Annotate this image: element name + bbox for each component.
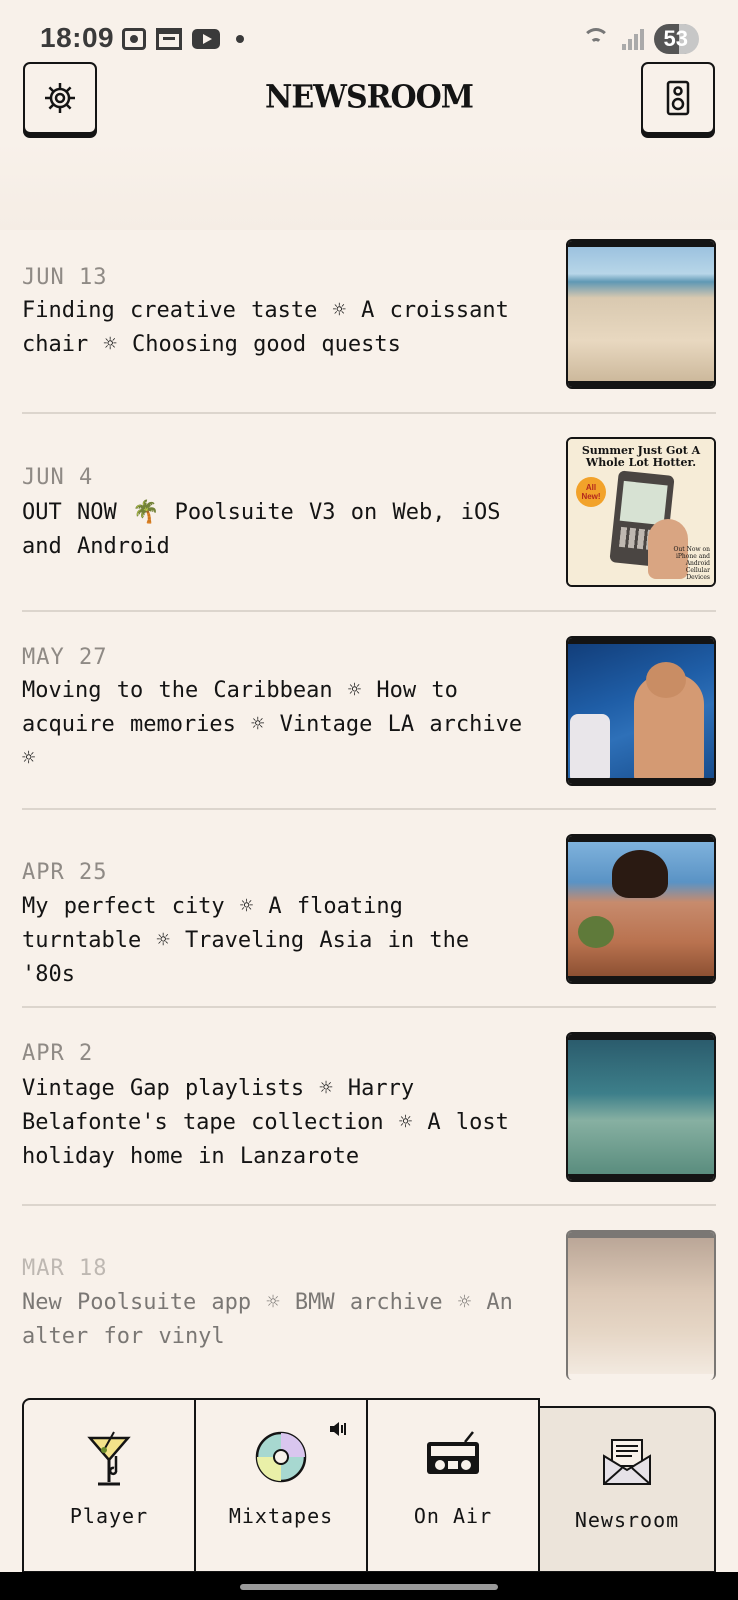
article-thumbnail-sea[interactable] [566, 1032, 716, 1182]
article-date: JUN 4 [22, 465, 94, 490]
article-thumbnail-sailing[interactable] [566, 636, 716, 786]
tab-player[interactable]: Player [22, 1398, 196, 1573]
article-headline: My perfect city ☼ A floating turntable ☼… [22, 894, 470, 987]
cocktail-icon [87, 1431, 131, 1486]
cell-signal-icon [621, 28, 644, 50]
app-header: NEWSROOM [0, 62, 738, 138]
speaker-button[interactable] [641, 62, 715, 134]
status-notification-icons [122, 28, 244, 50]
calendar-icon [156, 28, 182, 50]
system-navigation-bar [0, 1572, 738, 1600]
tab-mixtapes[interactable]: Mixtapes [194, 1398, 368, 1573]
article-list: JUN 13 Finding creative taste ☼ A croiss… [22, 232, 716, 1406]
article-item[interactable]: MAY 27 Moving to the Caribbean ☼ How to … [22, 612, 716, 810]
article-item[interactable]: JUN 13 Finding creative taste ☼ A croiss… [22, 232, 716, 414]
status-system-icons: 53 [580, 24, 700, 54]
tab-mixtapes-label: Mixtapes [228, 1504, 334, 1528]
article-thumbnail-car[interactable] [566, 1230, 716, 1380]
article-item[interactable]: APR 2 Vintage Gap playlists ☼ Harry Bela… [22, 1008, 716, 1206]
more-notifications-dot-icon [236, 35, 244, 43]
article-date: APR 2 [22, 1041, 94, 1066]
volume-icon [330, 1422, 346, 1436]
bottom-tab-bar: Player Mixtapes On Air Newsroom [22, 1398, 716, 1573]
tab-onair-label: On Air [413, 1504, 493, 1528]
speaker-icon [666, 80, 690, 116]
screenshot-icon [122, 28, 146, 50]
promo-heading: Summer Just Got A Whole Lot Hotter. [581, 444, 701, 469]
screen: 18:09 53 NEWSROOM JUN 13 Finding creativ… [0, 0, 738, 1600]
article-thumbnail-coconut[interactable] [566, 834, 716, 984]
tab-newsroom-label: Newsroom [574, 1508, 680, 1532]
tab-newsroom[interactable]: Newsroom [538, 1406, 716, 1573]
article-headline: OUT NOW 🌴 Poolsuite V3 on Web, iOS and A… [22, 500, 501, 559]
tab-player-label: Player [69, 1504, 149, 1528]
article-item[interactable]: JUN 4 OUT NOW 🌴 Poolsuite V3 on Web, iOS… [22, 414, 716, 612]
promo-footer: Out Now on iPhone and Android Cellular D… [673, 546, 710, 581]
header-fade [0, 140, 738, 230]
battery-level: 53 [663, 26, 688, 51]
article-headline: New Poolsuite app ☼ BMW archive ☼ An alt… [22, 1290, 513, 1349]
page-title: NEWSROOM [264, 79, 474, 116]
envelope-newspaper-icon [603, 1439, 651, 1485]
cd-icon [255, 1431, 307, 1483]
article-date: MAR 18 [22, 1256, 108, 1281]
article-date: MAY 27 [22, 645, 108, 670]
wifi-icon [580, 26, 612, 52]
article-headline: Moving to the Caribbean ☼ How to acquire… [22, 678, 523, 771]
article-headline: Vintage Gap playlists ☼ Harry Belafonte'… [22, 1076, 509, 1169]
status-time: 18:09 [40, 22, 115, 53]
article-date: JUN 13 [22, 265, 108, 290]
radio-icon [427, 1431, 479, 1474]
tab-onair[interactable]: On Air [366, 1398, 540, 1573]
promo-badge: All New! [576, 477, 606, 507]
battery-indicator: 53 [653, 24, 700, 54]
article-item[interactable]: MAR 18 New Poolsuite app ☼ BMW archive ☼… [22, 1206, 716, 1406]
article-date: APR 25 [22, 860, 108, 885]
youtube-icon [192, 29, 220, 49]
article-item[interactable]: APR 25 My perfect city ☼ A floating turn… [22, 810, 716, 1008]
article-headline: Finding creative taste ☼ A croissant cha… [22, 298, 509, 357]
article-thumbnail-beach[interactable] [566, 239, 716, 389]
home-gesture-handle[interactable] [240, 1584, 498, 1590]
article-thumbnail-promo[interactable]: Summer Just Got A Whole Lot Hotter. All … [566, 437, 716, 587]
